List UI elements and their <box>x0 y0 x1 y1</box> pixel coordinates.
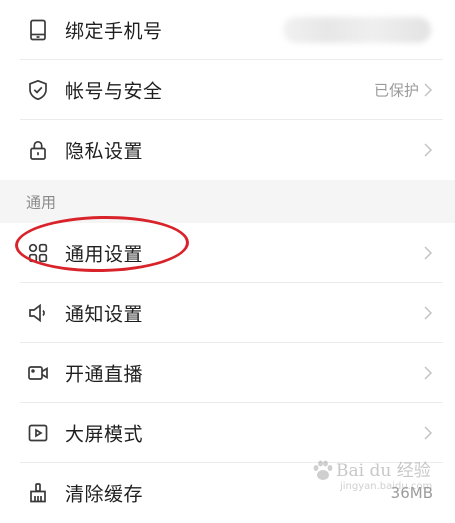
chevron-right-icon <box>423 365 433 381</box>
shield-check-icon <box>25 77 51 103</box>
protection-status: 已保护 <box>373 81 419 100</box>
chevron-right-icon <box>423 245 433 261</box>
cache-size: 36MB <box>390 484 433 502</box>
row-label: 隐私设置 <box>65 140 144 163</box>
grid-icon <box>25 240 51 266</box>
row-label: 通知设置 <box>65 303 144 326</box>
row-label: 开通直播 <box>65 363 144 386</box>
settings-row-clear-cache[interactable]: 清除缓存 36MB <box>0 463 455 523</box>
lock-icon <box>25 137 51 163</box>
section-header-general: 通用 <box>0 180 455 223</box>
chevron-right-icon <box>423 305 433 321</box>
settings-row-general[interactable]: 通用设置 <box>0 223 455 283</box>
speaker-icon <box>25 300 51 326</box>
phone-number-value-blurred <box>283 17 431 43</box>
row-label: 通用设置 <box>65 243 144 266</box>
row-label: 大屏模式 <box>65 423 144 446</box>
chevron-right-icon <box>423 82 433 98</box>
chevron-right-icon <box>423 425 433 441</box>
row-label: 帐号与安全 <box>65 80 163 103</box>
broom-icon <box>25 480 51 506</box>
video-camera-icon <box>25 360 51 386</box>
settings-row-bind-phone[interactable]: 绑定手机号 <box>0 0 455 60</box>
settings-row-live[interactable]: 开通直播 <box>0 343 455 403</box>
settings-row-privacy[interactable]: 隐私设置 <box>0 120 455 180</box>
row-label: 绑定手机号 <box>65 20 163 43</box>
settings-row-big-screen[interactable]: 大屏模式 <box>0 403 455 463</box>
chevron-right-icon <box>423 142 433 158</box>
play-screen-icon <box>25 420 51 446</box>
settings-row-notifications[interactable]: 通知设置 <box>0 283 455 343</box>
settings-row-account-security[interactable]: 帐号与安全 已保护 <box>0 60 455 120</box>
section-title: 通用 <box>26 193 57 211</box>
settings-list: 绑定手机号 帐号与安全 已保护 隐私设置 通用 通用设置 通知设置 开通直播 大… <box>0 0 455 523</box>
phone-icon <box>25 17 51 43</box>
row-label: 清除缓存 <box>65 483 144 506</box>
